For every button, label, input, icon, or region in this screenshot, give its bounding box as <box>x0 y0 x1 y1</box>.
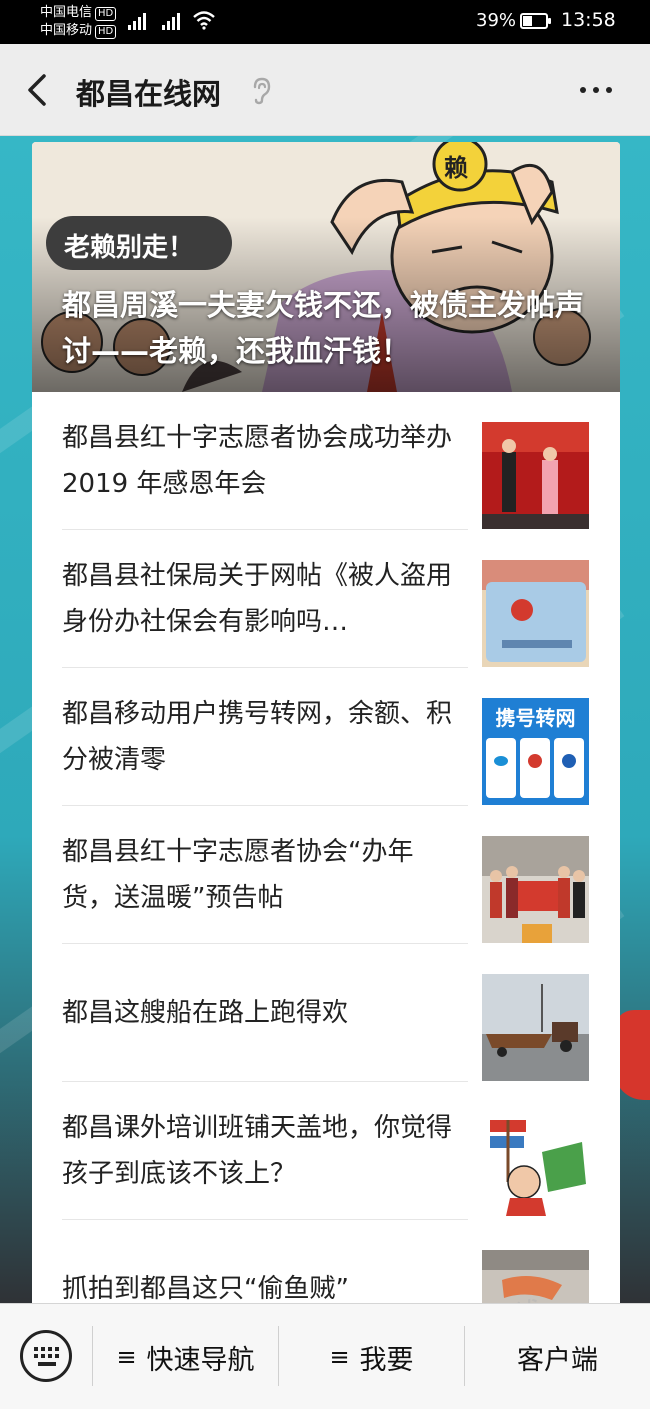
article-title-wrap: 都昌县红十字志愿者协会“办年货，送温暖”预告帖 <box>62 806 462 944</box>
article-title-wrap: 都昌课外培训班铺天盖地，你觉得孩子到底该不该上？ <box>62 1082 462 1220</box>
boat-on-road-thumbnail <box>482 974 589 1081</box>
more-dots-icon[interactable] <box>574 78 618 102</box>
article-title: 都昌县红十字志愿者协会“办年货，送温暖”预告帖 <box>62 837 414 913</box>
chevron-left-icon[interactable] <box>22 72 56 108</box>
article-title-wrap: 都昌这艘船在路上跑得欢 <box>62 944 462 1082</box>
menu-label: 客户端 <box>517 1344 598 1376</box>
thumbnail-caption: 携号转网 <box>495 706 576 730</box>
article-list: 都昌县红十字志愿者协会成功举办 2019 年感恩年会 都昌县社保局关于网帖《被人… <box>32 392 620 1303</box>
hero-title: 都昌周溪一夫妻欠钱不还，被债主发帖声讨——老赖，还我血汗钱！ <box>62 288 585 368</box>
wifi-icon <box>193 11 215 30</box>
hd-badge: HD <box>95 7 117 21</box>
battery-percent: 39% <box>476 10 517 31</box>
article-title: 都昌移动用户携号转网，余额、积分被清零 <box>62 699 453 775</box>
speech-bubble: 老赖别走！ <box>46 216 232 270</box>
article-title-wrap: 都昌县社保局关于网帖《被人盗用身份办社保会有影响吗… <box>62 530 462 668</box>
list-item[interactable]: 都昌课外培训班铺天盖地，你觉得孩子到底该不该上？ <box>32 1082 620 1220</box>
number-porting-thumbnail: 携号转网 <box>482 698 589 805</box>
signal-icon <box>162 10 180 30</box>
ear-icon[interactable] <box>250 77 272 105</box>
status-time: 13:58 <box>561 9 616 31</box>
child-cartoon-thumbnail <box>482 1112 589 1219</box>
menu-label: 快速导航 <box>146 1344 255 1376</box>
signal-icon <box>128 10 146 30</box>
hero-article[interactable]: 赖 老赖别走！ 都昌周溪一夫妻欠钱不还，被债主发帖声讨——老赖，还我血汗钱！ <box>32 142 620 392</box>
article-title-wrap: 抓拍到都昌这只“偷鱼贼” <box>62 1220 462 1303</box>
keyboard-icon[interactable] <box>20 1330 72 1382</box>
menu-lines-icon: ≡ <box>116 1343 137 1371</box>
article-title: 抓拍到都昌这只“偷鱼贼” <box>62 1274 349 1303</box>
article-title: 都昌县社保局关于网帖《被人盗用身份办社保会有影响吗… <box>62 561 453 637</box>
list-item[interactable]: 抓拍到都昌这只“偷鱼贼” <box>32 1220 620 1303</box>
article-card: 赖 老赖别走！ 都昌周溪一夫妻欠钱不还，被债主发帖声讨——老赖，还我血汗钱！ 都… <box>32 142 620 1303</box>
battery-level <box>523 16 532 26</box>
article-title-wrap: 都昌县红十字志愿者协会成功举办 2019 年感恩年会 <box>62 392 462 530</box>
title-bar: 都昌在线网 <box>0 44 650 136</box>
event-photo-thumbnail <box>482 422 589 529</box>
fish-thief-thumbnail <box>482 1250 589 1303</box>
menu-client[interactable]: 客户端 <box>465 1334 650 1380</box>
page-title: 都昌在线网 <box>76 77 222 111</box>
bubble-text: 老赖别走！ <box>64 233 195 263</box>
article-title: 都昌这艘船在路上跑得欢 <box>62 998 349 1028</box>
carrier-telecom: 中国电信 <box>40 5 93 20</box>
social-security-card-thumbnail <box>482 560 589 667</box>
article-title: 都昌课外培训班铺天盖地，你觉得孩子到底该不该上？ <box>62 1113 453 1189</box>
carrier-info: 中国电信 HD 中国移动 HD <box>40 4 117 40</box>
status-bar: 中国电信 HD 中国移动 HD 39% 13:58 <box>0 0 650 44</box>
hd-badge: HD <box>95 25 117 39</box>
menu-lines-icon: ≡ <box>329 1343 350 1371</box>
menu-i-want[interactable]: ≡ 我要 <box>279 1334 464 1380</box>
list-item[interactable]: 都昌县红十字志愿者协会“办年货，送温暖”预告帖 <box>32 806 620 944</box>
bottom-menu-bar: ≡ 快速导航 ≡ 我要 客户端 <box>0 1303 650 1409</box>
group-photo-thumbnail <box>482 836 589 943</box>
article-title-wrap: 都昌移动用户携号转网，余额、积分被清零 <box>62 668 462 806</box>
list-item[interactable]: 都昌移动用户携号转网，余额、积分被清零 携号转网 <box>32 668 620 806</box>
list-item[interactable]: 都昌县社保局关于网帖《被人盗用身份办社保会有影响吗… <box>32 530 620 668</box>
menu-label: 我要 <box>359 1344 414 1376</box>
article-title: 都昌县红十字志愿者协会成功举办 2019 年感恩年会 <box>62 423 453 499</box>
list-item[interactable]: 都昌这艘船在路上跑得欢 <box>32 944 620 1082</box>
carrier-mobile: 中国移动 <box>40 23 93 38</box>
battery-icon <box>520 13 551 29</box>
list-item[interactable]: 都昌县红十字志愿者协会成功举办 2019 年感恩年会 <box>32 392 620 530</box>
menu-quick-nav[interactable]: ≡ 快速导航 <box>93 1334 278 1380</box>
